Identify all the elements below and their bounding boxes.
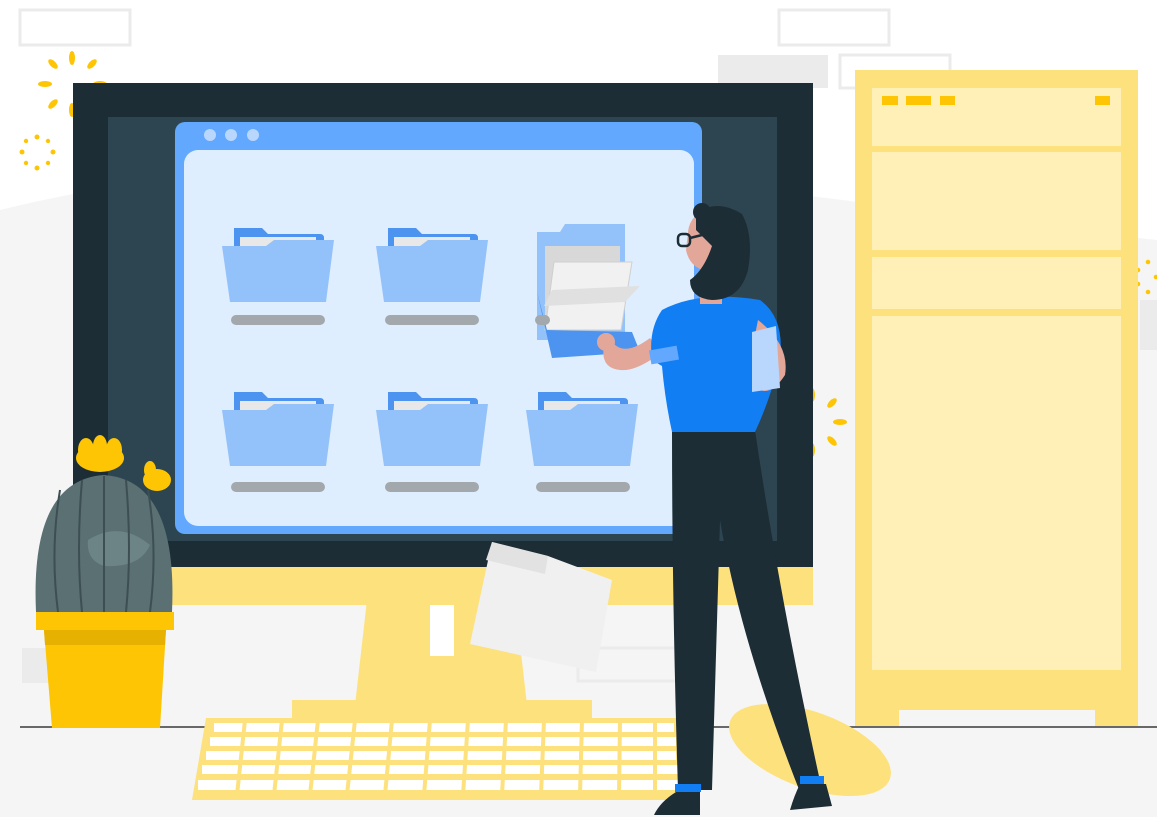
filing-cabinet (855, 70, 1138, 726)
keyboard-icon (192, 718, 690, 800)
folder-label (536, 482, 630, 492)
folder-label (535, 315, 550, 325)
folder-icon-open[interactable] (537, 224, 640, 358)
folder-icon[interactable] (376, 392, 488, 466)
flower-pot (36, 612, 174, 728)
illustration (0, 8, 1157, 817)
window-dot-icon (225, 129, 237, 141)
folder-label (385, 315, 479, 325)
folder-label (231, 482, 325, 492)
folder-icon[interactable] (376, 228, 488, 302)
folder-label (231, 315, 325, 325)
folder-label (385, 482, 479, 492)
window-dot-icon (247, 129, 259, 141)
folder-icon[interactable] (526, 392, 638, 466)
folder-icon[interactable] (222, 228, 334, 302)
window-dot-icon (204, 129, 216, 141)
folder-icon[interactable] (222, 392, 334, 466)
sparkle-icon (19, 134, 56, 171)
